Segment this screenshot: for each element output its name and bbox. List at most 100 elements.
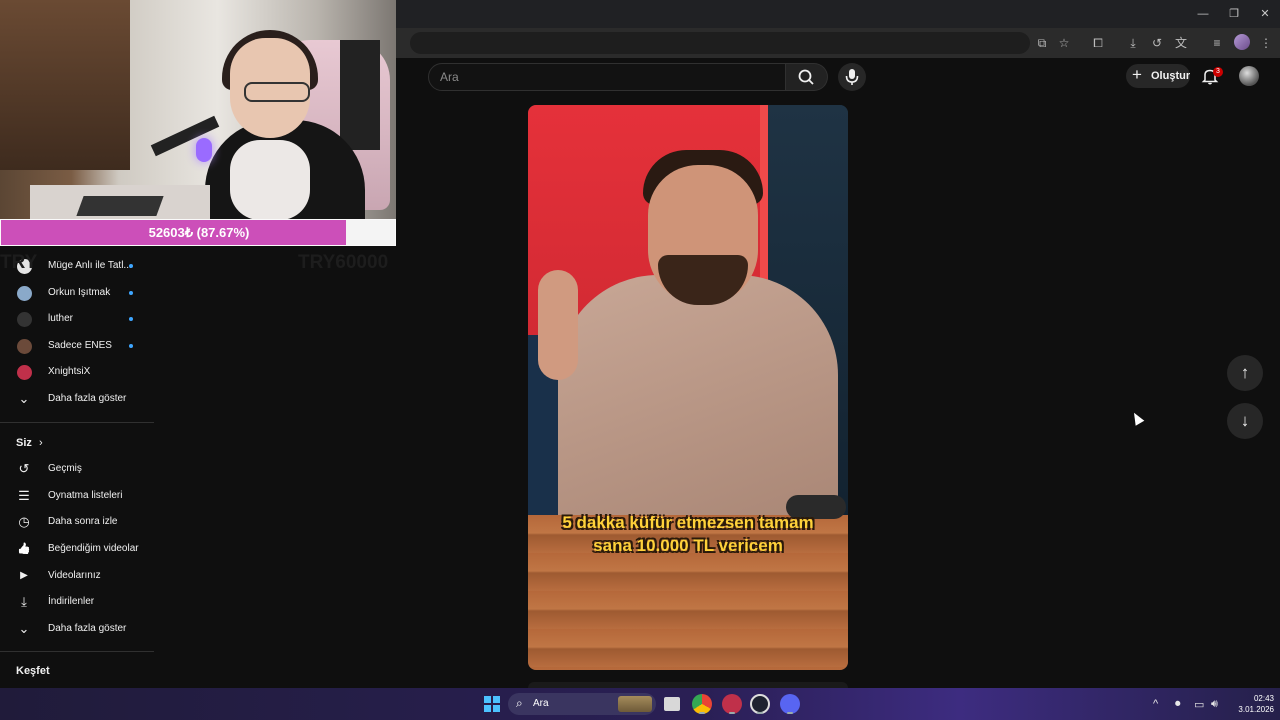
live-indicator xyxy=(129,317,133,321)
search-highlight-image xyxy=(618,696,652,712)
windows-start-icon[interactable] xyxy=(484,696,500,712)
youtube-music-icon[interactable] xyxy=(722,694,742,714)
watch-later-icon: ◷ xyxy=(18,514,30,529)
restore-icon[interactable]: ❐ xyxy=(1226,6,1242,22)
taskbar-search-label: Ara xyxy=(533,698,549,709)
sidebar-item-label: Oynatma listeleri xyxy=(48,490,123,501)
search-button[interactable] xyxy=(786,63,828,91)
translate-icon[interactable]: 文 xyxy=(1173,35,1189,51)
create-button[interactable]: + Oluştur xyxy=(1126,64,1190,88)
channel-name: Müge Anlı ile Tatl... xyxy=(48,260,132,271)
taskbar-clock[interactable]: 02:43 3.01.2026 xyxy=(1228,693,1274,715)
minimize-icon[interactable]: — xyxy=(1195,6,1211,22)
obs-icon[interactable] xyxy=(750,694,770,714)
create-label: Oluştur xyxy=(1151,70,1191,82)
video-person-hand xyxy=(538,270,578,380)
sidebar-item-label: Daha sonra izle xyxy=(48,516,118,527)
sidebar-item-label: Beğendiğim videolar xyxy=(48,543,139,554)
sidebar-item-liked-videos[interactable]: 👍 Beğendiğim videolar xyxy=(0,536,154,562)
browser-profile-avatar[interactable] xyxy=(1234,34,1250,50)
history-toolbar-icon[interactable]: ↺ xyxy=(1149,35,1165,51)
streamer-webcam-overlay xyxy=(0,0,396,219)
bookmark-star-icon[interactable]: ☆ xyxy=(1056,35,1072,51)
shorts-video-player[interactable]: 5 dakka küfür etmezsen tamam sana 10.000… xyxy=(528,105,848,670)
webcam-person-glasses xyxy=(244,82,310,102)
channel-name: Sadece ENES xyxy=(48,340,112,351)
running-indicator xyxy=(729,712,735,714)
donation-goal-label: TRY60000 xyxy=(298,252,389,273)
donation-goal-bar: 52603₺ (87.67%) xyxy=(0,219,396,246)
chrome-icon[interactable] xyxy=(692,694,712,714)
notification-count-badge: 3 xyxy=(1213,67,1223,77)
task-view-icon[interactable] xyxy=(664,697,680,711)
search-icon xyxy=(798,69,814,85)
running-indicator xyxy=(787,712,793,714)
sidebar-item-history[interactable]: ↺ Geçmiş xyxy=(0,456,154,482)
sidebar-you-heading[interactable]: Siz › xyxy=(16,437,43,449)
voice-search-button[interactable] xyxy=(838,63,866,91)
channel-avatar xyxy=(17,312,32,327)
live-indicator xyxy=(129,291,133,295)
sidebar-subscription-xnightsix[interactable]: XnightsiX xyxy=(0,359,154,385)
sidebar-item-watch-later[interactable]: ◷ Daha sonra izle xyxy=(0,509,154,535)
taskbar-search[interactable]: ⌕ Ara xyxy=(508,693,656,715)
webcam-keyboard xyxy=(76,196,164,216)
sidebar-explore-heading: Keşfet xyxy=(16,665,50,677)
search-icon: ⌕ xyxy=(516,696,523,710)
live-indicator xyxy=(129,264,133,268)
sidebar-divider xyxy=(0,422,154,423)
download-icon: ⤓ xyxy=(21,594,27,609)
downloads-icon[interactable]: ⤓ xyxy=(1125,35,1141,51)
channel-name: Orkun Işıtmak xyxy=(48,287,111,298)
chevron-down-icon: ⌄ xyxy=(18,621,30,636)
chevron-right-icon: › xyxy=(38,437,43,449)
clock-time: 02:43 xyxy=(1253,694,1274,703)
mouse-cursor-icon xyxy=(1129,410,1145,426)
channel-avatar xyxy=(17,286,32,301)
account-avatar[interactable] xyxy=(1239,66,1259,86)
sidebar-item-label: İndirilenler xyxy=(48,596,95,607)
close-icon[interactable]: ✕ xyxy=(1257,6,1273,22)
address-bar[interactable] xyxy=(410,32,1030,54)
sidebar-subscription-sadece-enes[interactable]: Sadece ENES xyxy=(0,333,154,359)
browser-menu-icon[interactable]: ⋮ xyxy=(1258,35,1274,51)
install-app-icon[interactable]: ⧉ xyxy=(1034,35,1050,51)
sidebar-item-your-videos[interactable]: ▶ Videolarınız xyxy=(0,563,154,589)
live-indicator xyxy=(129,344,133,348)
thumbs-up-icon: 👍 xyxy=(17,543,31,555)
sidebar-item-label: Videolarınız xyxy=(48,570,101,581)
network-icon[interactable]: ▭ xyxy=(1194,698,1204,711)
history-icon: ↺ xyxy=(18,461,30,476)
previous-short-button[interactable]: ↑ xyxy=(1227,355,1263,391)
sidebar-subscription-luther[interactable]: luther xyxy=(0,306,154,332)
clock-date: 3.01.2026 xyxy=(1238,705,1274,714)
playlist-icon: ☰ xyxy=(18,488,30,503)
donation-goal-progress-label: 52603₺ (87.67%) xyxy=(148,225,250,240)
sidebar-item-label: Geçmiş xyxy=(48,463,82,474)
search-input[interactable]: Ara xyxy=(428,63,786,91)
arrow-up-icon: ↑ xyxy=(1240,363,1250,382)
sidebar-subscription-orkun[interactable]: Orkun Işıtmak xyxy=(0,280,154,306)
channel-name: XnightsiX xyxy=(48,366,91,377)
sidebar-you-show-more[interactable]: ⌄ Daha fazla göster xyxy=(0,616,154,642)
running-indicator xyxy=(757,712,763,714)
show-more-label: Daha fazla göster xyxy=(48,393,127,404)
reading-list-icon[interactable]: ≡ xyxy=(1209,35,1225,51)
your-videos-icon: ▶ xyxy=(20,570,28,581)
microphone-tray-icon[interactable]: ⏺ xyxy=(1175,698,1181,711)
video-caption: 5 dakka küfür etmezsen tamam sana 10.000… xyxy=(562,513,814,555)
sidebar-item-downloads[interactable]: ⤓ İndirilenler xyxy=(0,589,154,615)
discord-icon[interactable] xyxy=(780,694,800,714)
webcam-background-chair xyxy=(340,40,380,150)
sidebar-item-playlists[interactable]: ☰ Oynatma listeleri xyxy=(0,483,154,509)
sidebar-subscriptions-show-more[interactable]: ⌄ Daha fazla göster xyxy=(0,386,154,412)
tray-overflow-icon[interactable]: ^ xyxy=(1153,698,1158,710)
extensions-icon[interactable]: ⧠ xyxy=(1090,35,1106,51)
arrow-down-icon: ↓ xyxy=(1240,411,1250,430)
webcam-person-hoodie xyxy=(230,140,310,219)
channel-name: luther xyxy=(48,313,74,324)
plus-icon: + xyxy=(1132,65,1142,84)
next-short-button[interactable]: ↓ xyxy=(1227,403,1263,439)
volume-icon[interactable]: 🔊︎ xyxy=(1211,698,1218,711)
webcam-shelf xyxy=(0,0,130,170)
